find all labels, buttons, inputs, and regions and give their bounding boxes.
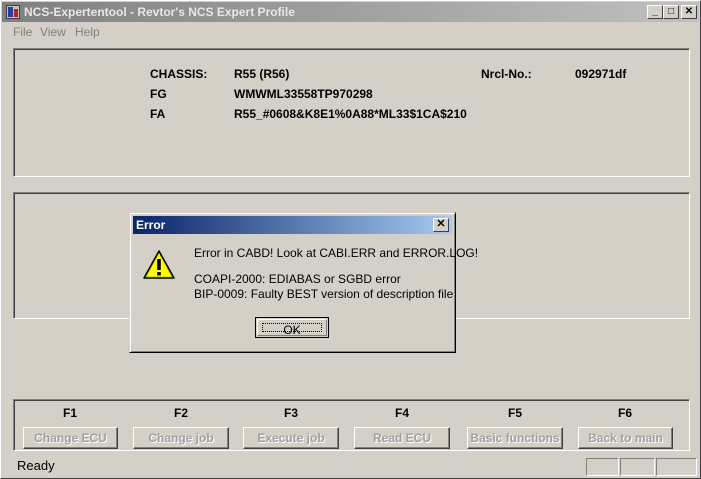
f6-label: F6 xyxy=(617,406,632,420)
warning-icon xyxy=(143,250,175,279)
ok-label: OK xyxy=(262,323,322,337)
maximize-button[interactable]: □ xyxy=(663,5,679,19)
error-dialog: Error ✕ Error in CABD! Look at CABI.ERR … xyxy=(129,212,478,353)
menu-help[interactable]: Help xyxy=(75,25,100,39)
change-ecu-button[interactable]: Change ECU xyxy=(23,427,118,449)
window-title: NCS-Expertentool - Revtor's NCS Expert P… xyxy=(24,5,295,19)
f1-label: F1 xyxy=(62,406,77,420)
error-message: Error in CABD! Look at CABI.ERR and ERRO… xyxy=(194,246,479,260)
app-icon[interactable] xyxy=(6,5,20,19)
status-text: Ready xyxy=(17,458,55,473)
change-job-button[interactable]: Change job xyxy=(133,427,229,449)
fg-label: FG xyxy=(150,87,167,101)
minimize-button[interactable]: _ xyxy=(647,5,663,19)
f5-label: F5 xyxy=(507,406,522,420)
status-cell-3 xyxy=(656,458,697,476)
status-cell-2 xyxy=(620,458,655,476)
dialog-title: Error xyxy=(136,218,166,232)
dialog-close-button[interactable]: ✕ xyxy=(433,218,449,232)
menu-file[interactable]: File xyxy=(13,25,32,39)
dialog-title-bar[interactable]: Error ✕ xyxy=(133,216,452,234)
menu-view[interactable]: View xyxy=(40,25,66,39)
f3-label: F3 xyxy=(283,406,298,420)
nrcl-value: 092971df xyxy=(575,67,627,81)
read-ecu-button[interactable]: Read ECU xyxy=(354,427,450,449)
close-button[interactable]: ✕ xyxy=(681,5,697,19)
fa-value: R55_#0608&K8E1%0A88*ML33$1CA$210 xyxy=(234,107,467,121)
ok-button[interactable]: OK xyxy=(255,317,329,338)
error-detail-1: COAPI-2000: EDIABAS or SGBD error xyxy=(194,272,401,286)
basic-functions-button[interactable]: Basic functions xyxy=(467,427,563,449)
back-to-main-button[interactable]: Back to main xyxy=(578,427,673,449)
error-detail-2: BIP-0009: Faulty BEST version of descrip… xyxy=(194,287,454,301)
function-key-panel: F1 F2 F3 F4 F5 F6 Change ECU Change job … xyxy=(13,399,690,451)
title-bar[interactable]: NCS-Expertentool - Revtor's NCS Expert P… xyxy=(2,2,699,22)
chassis-value: R55 (R56) xyxy=(234,67,290,81)
nrcl-label: Nrcl-No.: xyxy=(481,67,532,81)
status-cell-1 xyxy=(586,458,619,476)
vehicle-info-panel: CHASSIS: R55 (R56) Nrcl-No.: 092971df FG… xyxy=(13,48,690,177)
fg-value: WMWML33558TP970298 xyxy=(234,87,373,101)
main-window: NCS-Expertentool - Revtor's NCS Expert P… xyxy=(0,0,701,479)
fa-label: FA xyxy=(150,107,166,121)
f4-label: F4 xyxy=(394,406,409,420)
execute-job-button[interactable]: Execute job xyxy=(243,427,339,449)
chassis-label: CHASSIS: xyxy=(150,67,208,81)
f2-label: F2 xyxy=(173,406,188,420)
